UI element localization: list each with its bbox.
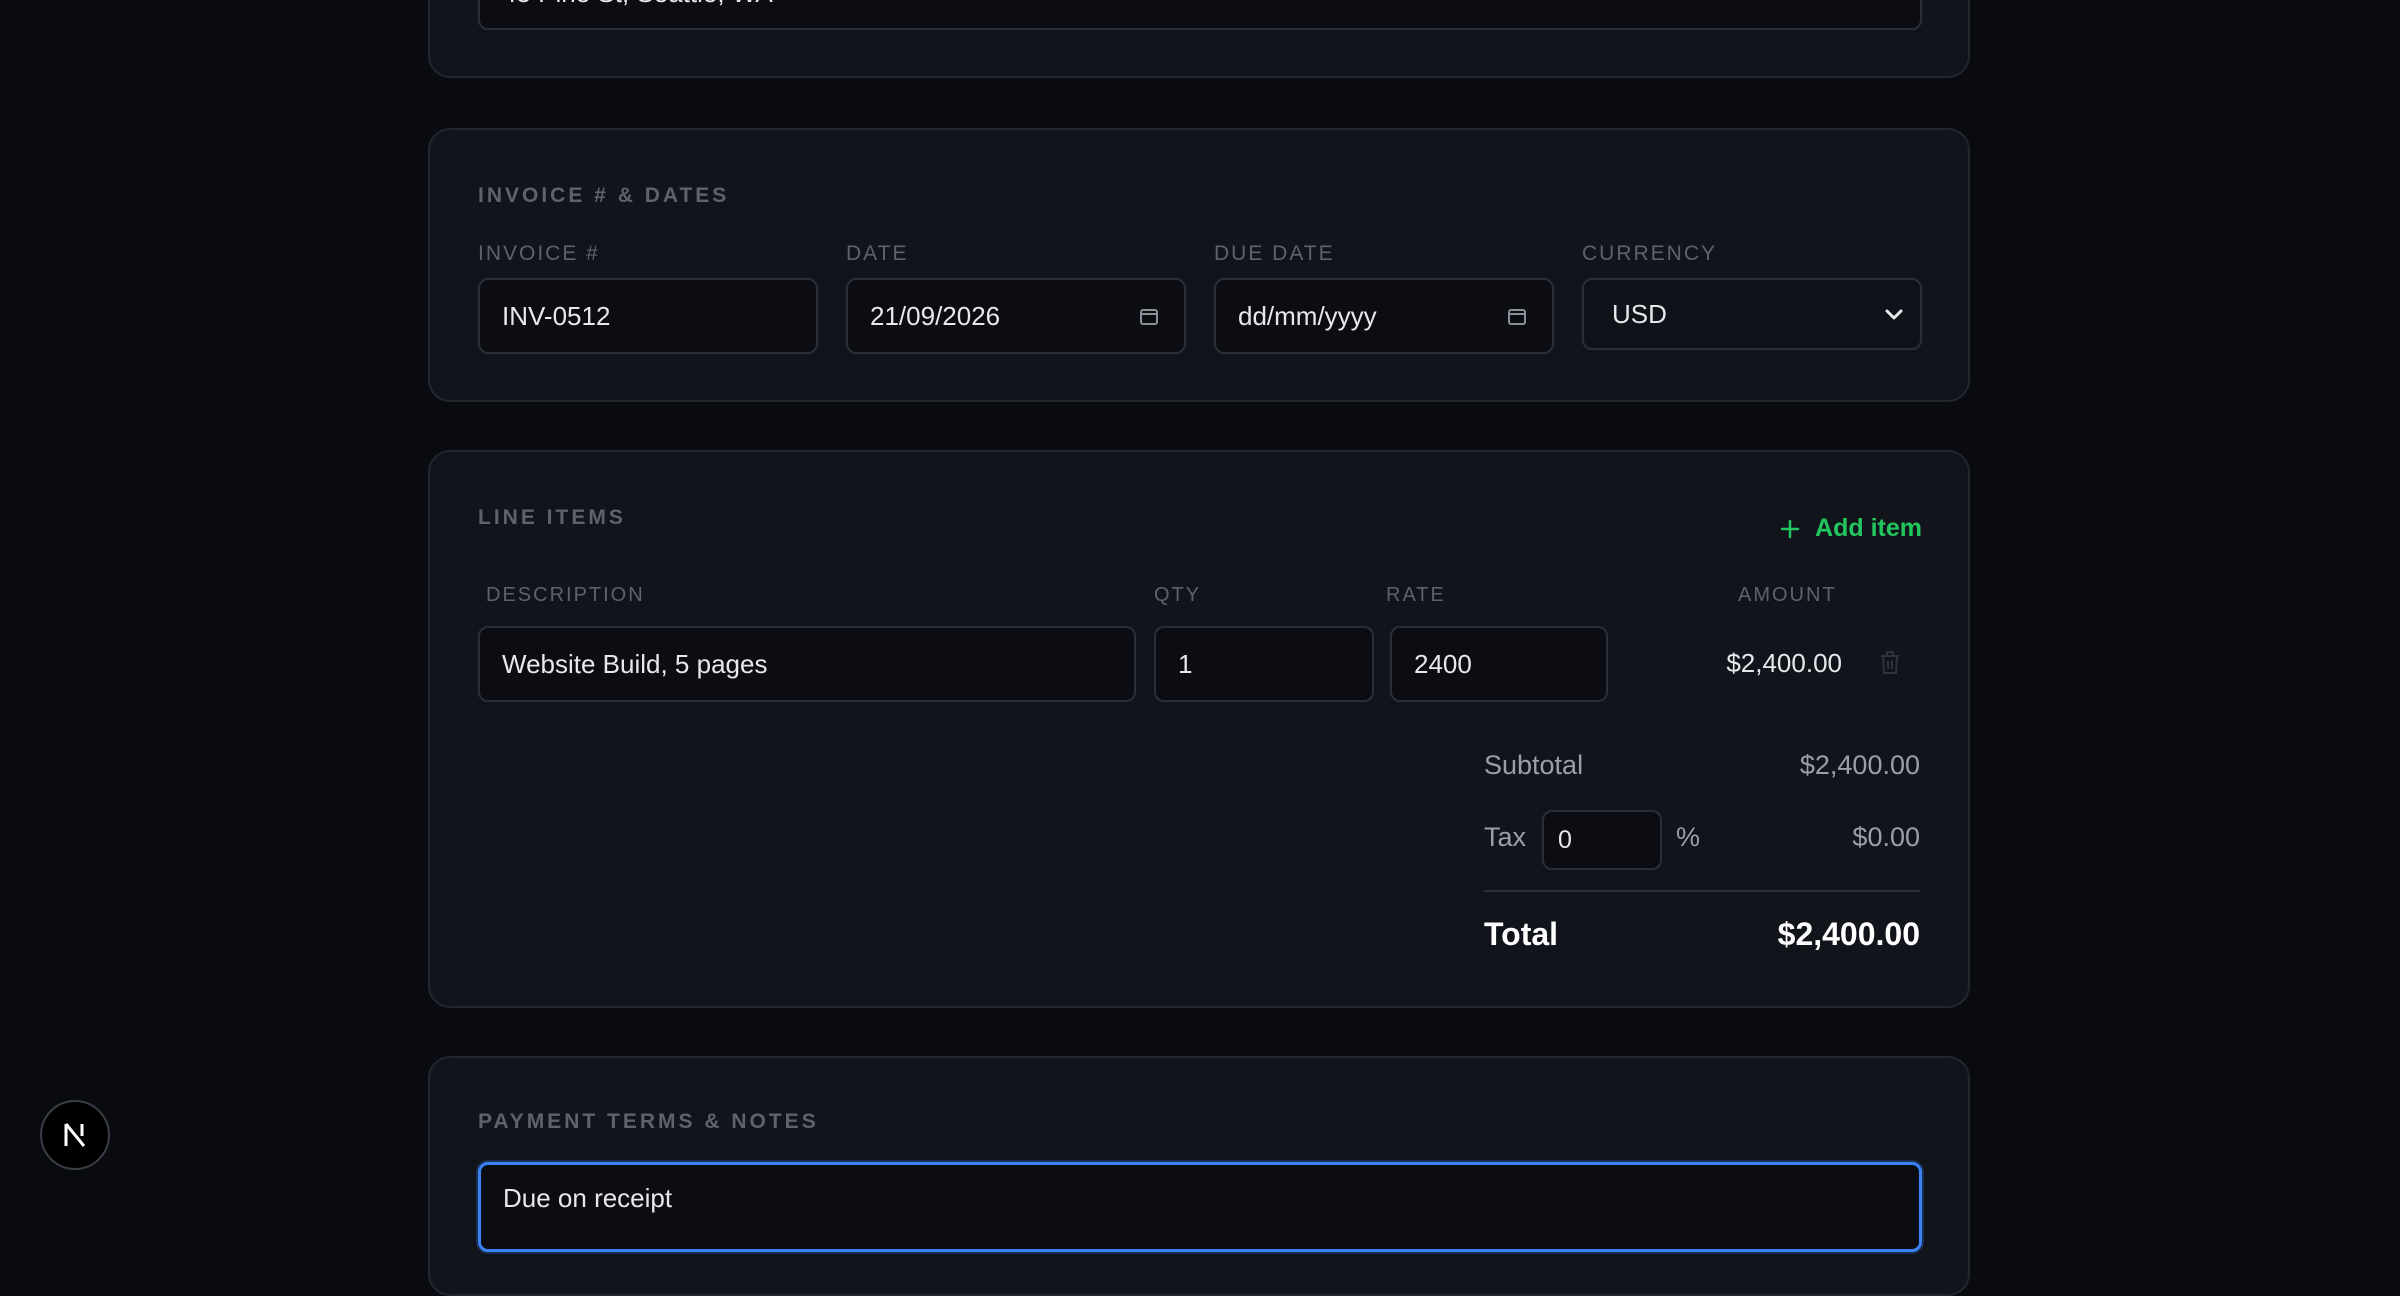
line-item-description: Website Build, 5 pages bbox=[502, 648, 768, 679]
line-items-title: LINE ITEMS bbox=[478, 506, 626, 529]
currency-select[interactable]: USD bbox=[1582, 278, 1922, 350]
invoice-number-input[interactable]: INV-0512 bbox=[478, 278, 818, 354]
payment-terms-input[interactable]: Due on receipt bbox=[478, 1162, 1922, 1252]
subtotal-value: $2,400.00 bbox=[1799, 750, 1920, 780]
currency-value: USD bbox=[1612, 298, 1667, 329]
plus-icon bbox=[1780, 519, 1800, 538]
tax-unit: % bbox=[1676, 822, 1701, 852]
currency-label: CURRENCY bbox=[1582, 242, 1718, 265]
date-value: 21/09/2026 bbox=[870, 300, 1001, 331]
tax-rate-value: 0 bbox=[1558, 825, 1572, 854]
invoice-number-value: INV-0512 bbox=[502, 300, 611, 331]
column-header-rate: RATE bbox=[1386, 584, 1446, 606]
address-card: 45 Pine St, Seattle, WA bbox=[428, 0, 1970, 78]
nextjs-logo-icon bbox=[64, 1123, 86, 1147]
calendar-icon[interactable] bbox=[1506, 305, 1528, 327]
column-header-qty: QTY bbox=[1154, 584, 1202, 606]
tax-rate-input[interactable]: 0 bbox=[1542, 810, 1662, 870]
invoice-dates-card: INVOICE # & DATES INVOICE # INV-0512 DAT… bbox=[428, 128, 1970, 402]
invoice-number-label: INVOICE # bbox=[478, 242, 600, 265]
next-dev-badge[interactable] bbox=[40, 1100, 110, 1170]
due-date-input[interactable]: dd/mm/yyyy bbox=[1214, 278, 1554, 354]
line-item-description-input[interactable]: Website Build, 5 pages bbox=[478, 626, 1136, 702]
payment-terms-title: PAYMENT TERMS & NOTES bbox=[478, 1110, 819, 1133]
address-input[interactable]: 45 Pine St, Seattle, WA bbox=[478, 0, 1922, 30]
line-item-rate-input[interactable]: 2400 bbox=[1390, 626, 1608, 702]
date-label: DATE bbox=[846, 242, 909, 265]
address-value: 45 Pine St, Seattle, WA bbox=[502, 0, 773, 9]
tax-value: $0.00 bbox=[1852, 822, 1920, 852]
column-header-amount: AMOUNT bbox=[1738, 584, 1837, 606]
line-item-rate: 2400 bbox=[1414, 648, 1472, 679]
total-value: $2,400.00 bbox=[1777, 916, 1920, 952]
calendar-icon[interactable] bbox=[1138, 305, 1160, 327]
column-header-description: DESCRIPTION bbox=[486, 584, 645, 606]
invoice-dates-title: INVOICE # & DATES bbox=[478, 184, 730, 207]
line-item-qty: 1 bbox=[1178, 648, 1193, 679]
date-input[interactable]: 21/09/2026 bbox=[846, 278, 1186, 354]
add-item-label: Add item bbox=[1815, 514, 1922, 542]
totals-divider bbox=[1484, 890, 1920, 892]
tax-label: Tax bbox=[1484, 822, 1527, 852]
add-item-button[interactable]: Add item bbox=[1779, 514, 1922, 543]
due-date-placeholder: dd/mm/yyyy bbox=[1238, 300, 1377, 331]
line-item-qty-input[interactable]: 1 bbox=[1154, 626, 1374, 702]
trash-icon[interactable] bbox=[1878, 650, 1902, 676]
chevron-down-icon bbox=[1885, 309, 1903, 320]
payment-terms-card: PAYMENT TERMS & NOTES Due on receipt bbox=[428, 1056, 1970, 1296]
total-label: Total bbox=[1484, 916, 1559, 952]
line-item-amount: $2,400.00 bbox=[1726, 648, 1842, 678]
payment-terms-value: Due on receipt bbox=[503, 1183, 673, 1213]
line-items-card: LINE ITEMS Add item DESCRIPTION QTY RATE… bbox=[428, 450, 1970, 1008]
due-date-label: DUE DATE bbox=[1214, 242, 1335, 265]
subtotal-label: Subtotal bbox=[1484, 750, 1584, 780]
